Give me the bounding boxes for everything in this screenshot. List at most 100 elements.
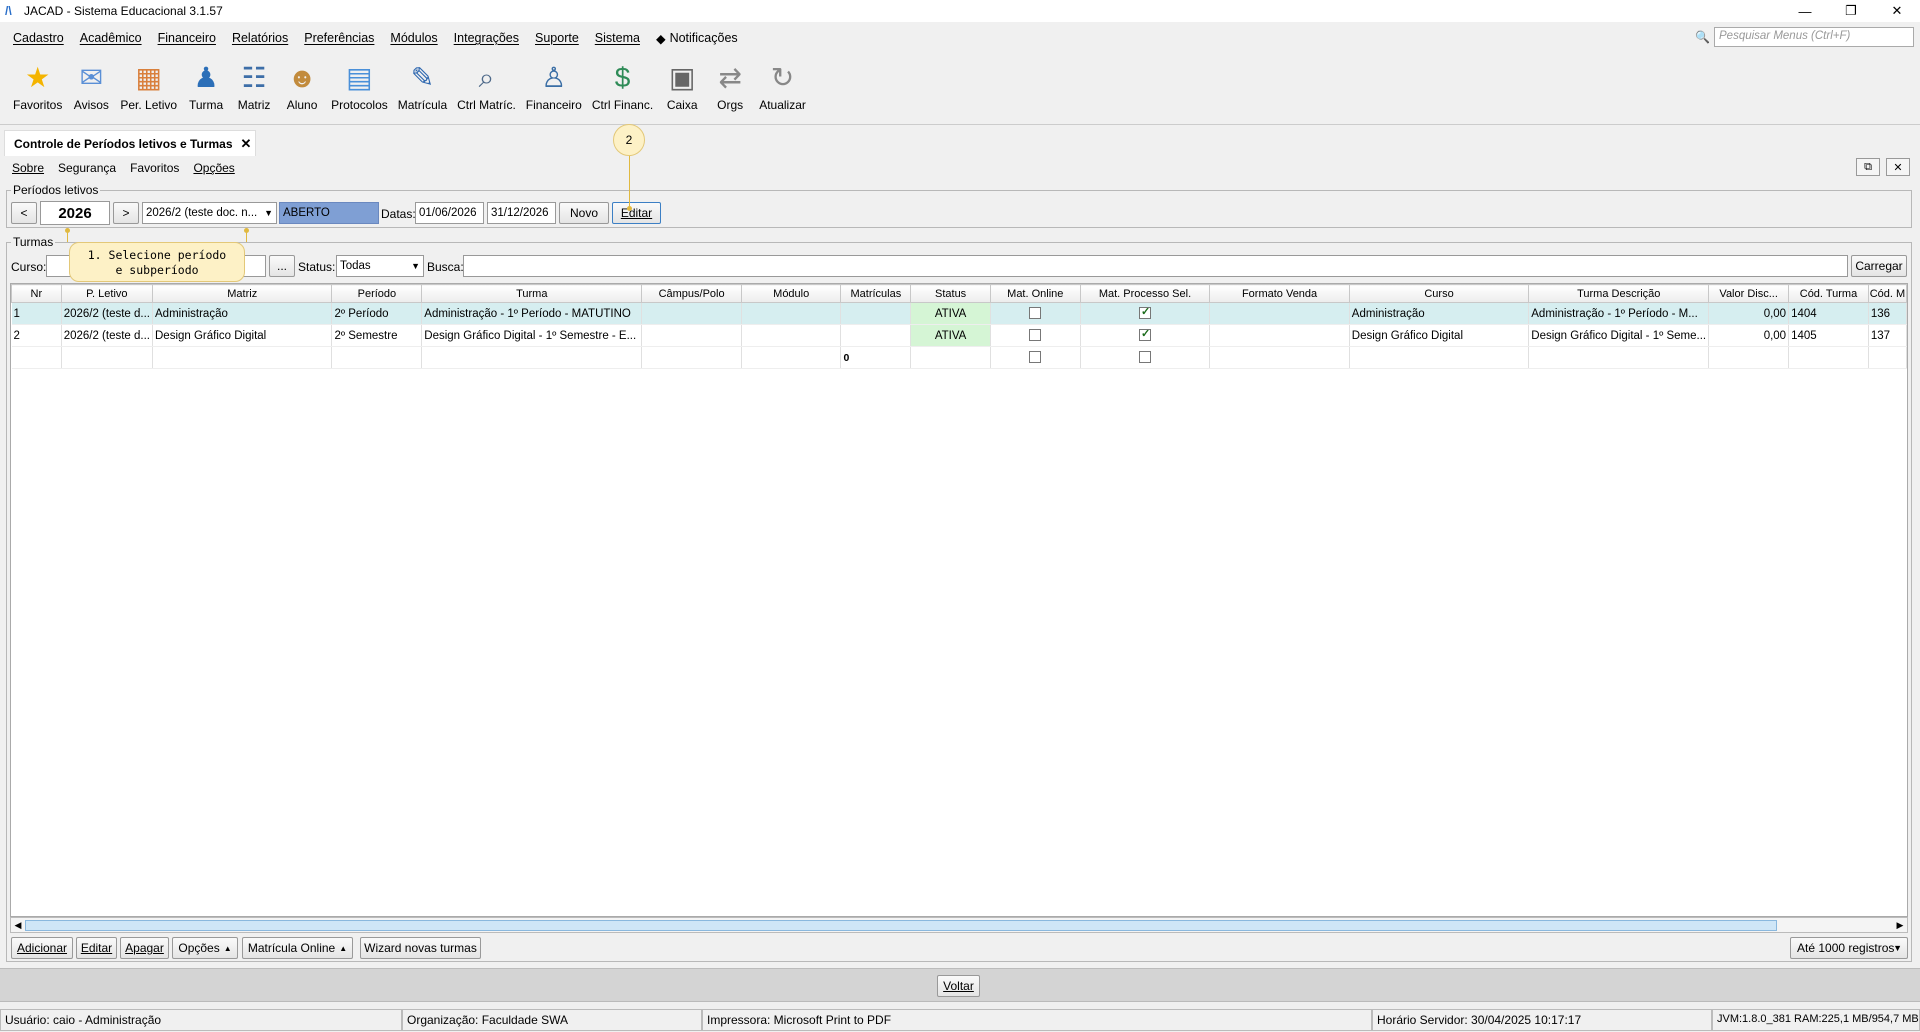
- column-header[interactable]: Módulo: [740, 284, 842, 303]
- menu-integracoes[interactable]: Integrações: [446, 31, 527, 45]
- column-header[interactable]: Nr: [11, 284, 62, 303]
- submenu-sobre[interactable]: Sobre: [5, 161, 51, 175]
- column-header[interactable]: Status: [910, 284, 991, 303]
- column-header[interactable]: Matrículas: [840, 284, 912, 303]
- date-start-field[interactable]: 01/06/2026: [415, 202, 484, 224]
- busca-input[interactable]: [463, 255, 1848, 277]
- column-header[interactable]: P. Letivo: [60, 284, 154, 303]
- carregar-button[interactable]: Carregar: [1851, 255, 1907, 277]
- column-header[interactable]: Formato Venda: [1209, 284, 1350, 303]
- column-header[interactable]: Mat. Processo Sel.: [1079, 284, 1211, 303]
- editar-turma-button[interactable]: Editar: [76, 937, 117, 959]
- column-header[interactable]: Curso: [1348, 284, 1530, 303]
- menu-modulos[interactable]: Módulos: [382, 31, 445, 45]
- checkbox[interactable]: [1138, 305, 1151, 320]
- checkbox[interactable]: [1138, 351, 1151, 364]
- table-row[interactable]: 1 2026/2 (teste d... Administração 2º Perío…: [11, 302, 1907, 325]
- scroll-right-icon[interactable]: ▶: [1893, 918, 1907, 932]
- wizard-button[interactable]: Wizard novas turmas: [360, 937, 481, 959]
- next-year-button[interactable]: >: [113, 202, 139, 224]
- horizontal-scrollbar[interactable]: ◀ ▶: [10, 917, 1908, 933]
- column-header[interactable]: Matriz: [151, 284, 333, 303]
- cell-cod_turma: 1404: [1788, 302, 1869, 325]
- toolbar-group-button[interactable]: ♟ Turma: [182, 55, 230, 112]
- mat-online-cell: [990, 324, 1081, 347]
- detach-icon[interactable]: ⧉: [1856, 158, 1880, 176]
- toolbar-label: Aluno: [286, 98, 318, 112]
- toolbar-enrollment-button[interactable]: ✎ Matrícula: [393, 55, 452, 112]
- scrollbar-thumb[interactable]: [25, 920, 1777, 931]
- checkbox[interactable]: [1029, 329, 1042, 342]
- submenu-seguranca[interactable]: Segurança: [51, 161, 123, 175]
- menu-relatorios[interactable]: Relatórios: [224, 31, 296, 45]
- cell-campus: [641, 302, 742, 325]
- year-field[interactable]: 2026: [40, 201, 110, 225]
- cell-periodo: 2º Período: [331, 302, 423, 325]
- toolbar-arrows-button[interactable]: ⇄ Orgs: [706, 55, 754, 112]
- checkbox[interactable]: [1029, 307, 1042, 320]
- toolbar-enrollment-control-button[interactable]: ⌕ Ctrl Matríc.: [452, 55, 521, 112]
- table-row[interactable]: 2 2026/2 (teste d... Design Gráfico Digita…: [11, 324, 1907, 347]
- envelope-icon: ✉: [79, 62, 104, 93]
- menu-financeiro[interactable]: Financeiro: [150, 31, 224, 45]
- toolbar-finance-control-button[interactable]: $ Ctrl Financ.: [587, 55, 658, 112]
- status-select[interactable]: Todas ▼: [336, 255, 424, 277]
- maximize-button[interactable]: ❐: [1828, 0, 1874, 22]
- toolbar-finance-button[interactable]: ♙ Financeiro: [521, 55, 587, 112]
- close-window-button[interactable]: ✕: [1874, 0, 1920, 22]
- toolbar-calendar-button[interactable]: ▦ Per. Letivo: [115, 55, 182, 112]
- novo-button[interactable]: Novo: [559, 202, 609, 224]
- menu-academico[interactable]: Acadêmico: [72, 31, 150, 45]
- toolbar-star-button[interactable]: ★ Favoritos: [8, 55, 67, 112]
- apagar-button[interactable]: Apagar: [120, 937, 169, 959]
- main-toolbar: ★ Favoritos ✉ Avisos ▦ Per. Letivo ♟ Turma ☷ Matr…: [0, 55, 1920, 125]
- menu-sistema[interactable]: Sistema: [587, 31, 648, 45]
- submenu-favoritos[interactable]: Favoritos: [123, 161, 186, 175]
- voltar-button[interactable]: Voltar: [937, 975, 980, 997]
- toolbar-protocol-button[interactable]: ▤ Protocolos: [326, 55, 393, 112]
- opcoes-button[interactable]: Opções ▲: [172, 937, 238, 959]
- turmas-table[interactable]: Nr P. Letivo Matriz Período Turma Câmpus/Polo…: [10, 283, 1908, 917]
- status-impressora: Impressora: Microsoft Print to PDF: [702, 1009, 1372, 1031]
- column-header[interactable]: Mat. Online: [989, 284, 1081, 303]
- menu-preferencias[interactable]: Preferências: [296, 31, 382, 45]
- column-header[interactable]: Câmpus/Polo: [641, 284, 742, 303]
- tab-controle-periodos[interactable]: Controle de Períodos letivos e Turmas ✕: [4, 130, 256, 156]
- column-header[interactable]: Período: [331, 284, 423, 303]
- matricula-online-button[interactable]: Matrícula Online ▲: [242, 937, 353, 959]
- subperiod-select[interactable]: 2026/2 (teste doc. n... ▼: [142, 202, 277, 224]
- submenu-opcoes[interactable]: Opções: [186, 161, 241, 175]
- column-header[interactable]: Turma: [421, 284, 643, 303]
- column-header[interactable]: Cód. Turma: [1788, 284, 1869, 303]
- menu-suporte[interactable]: Suporte: [527, 31, 587, 45]
- toolbar-refresh-button[interactable]: ↻ Atualizar: [754, 55, 811, 112]
- editar-period-button[interactable]: Editar: [612, 202, 661, 224]
- step1-line2: e subperíodo: [115, 263, 199, 277]
- menu-search-input[interactable]: Pesquisar Menus (Ctrl+F): [1714, 27, 1914, 47]
- chevron-down-icon: ▼: [411, 261, 420, 271]
- close-tab-icon[interactable]: ✕: [1886, 158, 1910, 176]
- toolbar-cash-register-button[interactable]: ▣ Caixa: [658, 55, 706, 112]
- adicionar-button[interactable]: Adicionar: [11, 937, 73, 959]
- toolbar-student-button[interactable]: ☻ Aluno: [278, 55, 326, 112]
- column-header[interactable]: Valor Disc...: [1708, 284, 1790, 303]
- prev-year-button[interactable]: <: [11, 202, 37, 224]
- scroll-left-icon[interactable]: ◀: [11, 918, 25, 932]
- curso-lookup-button[interactable]: ...: [269, 255, 295, 277]
- menu-notificacoes[interactable]: ◆ Notificações: [648, 31, 746, 46]
- finance-control-icon: $: [614, 62, 631, 93]
- cell-matriculas: [840, 324, 912, 347]
- menu-cadastro[interactable]: Cadastro: [5, 31, 72, 45]
- minimize-button[interactable]: —: [1782, 0, 1828, 22]
- checkbox[interactable]: [1029, 351, 1042, 364]
- date-end-field[interactable]: 31/12/2026: [487, 202, 556, 224]
- toolbar-envelope-button[interactable]: ✉ Avisos: [67, 55, 115, 112]
- column-header[interactable]: Cód. M: [1867, 284, 1907, 303]
- column-header[interactable]: Turma Descrição: [1528, 284, 1710, 303]
- toolbar-matrix-button[interactable]: ☷ Matriz: [230, 55, 278, 112]
- tab-close-icon[interactable]: ✕: [241, 136, 252, 152]
- group-icon: ♟: [193, 62, 219, 93]
- limit-select[interactable]: Até 1000 registros ▼: [1790, 937, 1908, 959]
- cell-campus: [641, 324, 742, 347]
- checkbox[interactable]: [1138, 327, 1151, 342]
